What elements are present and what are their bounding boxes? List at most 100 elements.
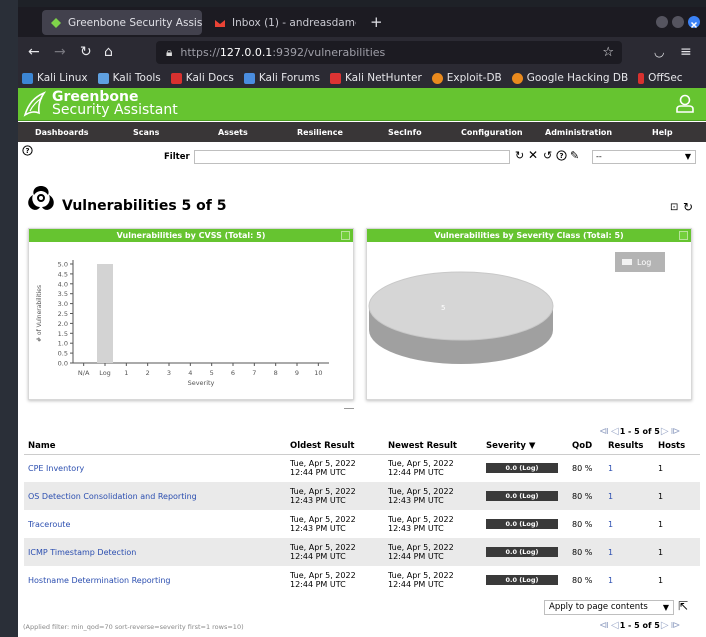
close-panel-icon[interactable] bbox=[341, 231, 350, 240]
results-link[interactable]: 1 bbox=[604, 566, 654, 594]
window-close-button[interactable] bbox=[688, 16, 700, 29]
vuln-name-link[interactable]: ICMP Timestamp Detection bbox=[24, 538, 286, 566]
vuln-name-link[interactable]: Hostname Determination Reporting bbox=[24, 566, 286, 594]
results-link[interactable]: 1 bbox=[604, 482, 654, 510]
menu-secinfo[interactable]: SecInfo bbox=[388, 128, 422, 137]
col-qod[interactable]: QoD bbox=[568, 438, 604, 455]
col-severity[interactable]: Severity ▼ bbox=[482, 438, 568, 455]
filter-select[interactable]: -- ▼ bbox=[592, 150, 696, 164]
x-tick-label: 7 bbox=[252, 369, 256, 377]
reset-dashboard-icon[interactable]: ↻ bbox=[683, 200, 693, 214]
table-row[interactable]: Traceroute Tue, Apr 5, 2022 12:43 PM UTC … bbox=[24, 510, 700, 538]
reload-icon[interactable]: ↻ bbox=[80, 45, 92, 59]
close-panel-icon[interactable] bbox=[679, 231, 688, 240]
last-page-icon[interactable]: ⧐ bbox=[671, 426, 681, 437]
results-link[interactable]: 1 bbox=[604, 510, 654, 538]
vuln-name-link[interactable]: CPE Inventory bbox=[24, 454, 286, 482]
severity-cell: 0.0 (Log) bbox=[482, 538, 568, 566]
address-bar[interactable]: 🔒︎ https://127.0.0.1:9392/vulnerabilitie… bbox=[156, 41, 622, 64]
pocket-icon[interactable]: ◡ bbox=[654, 45, 664, 59]
y-tick-label: 0.0 bbox=[58, 360, 68, 368]
filter-row: ? Filter ↻ ✕ ↺ ? ✎ -- ▼ bbox=[18, 143, 706, 169]
reset-default-icon[interactable]: ↺ bbox=[543, 149, 552, 162]
bookmark-exploit-db[interactable]: Exploit-DB bbox=[431, 72, 502, 84]
forward-arrow-icon[interactable]: → bbox=[54, 45, 66, 59]
prev-page-icon[interactable]: ◁ bbox=[611, 426, 619, 437]
prev-page-icon[interactable]: ◁ bbox=[611, 620, 619, 631]
refresh-filter-icon[interactable]: ↻ bbox=[515, 149, 524, 162]
x-tick-label: 6 bbox=[231, 369, 235, 377]
screen: Greenbone Security Assis ✕ Inbox (1) - a… bbox=[0, 0, 706, 637]
severity-class-chart-title: Vulnerabilities by Severity Class (Total… bbox=[434, 231, 624, 240]
export-icon[interactable]: ⇱ bbox=[678, 599, 688, 613]
newest-result: Tue, Apr 5, 2022 12:44 PM UTC bbox=[384, 454, 482, 482]
menu-configuration[interactable]: Configuration bbox=[461, 128, 523, 137]
filter-input[interactable] bbox=[194, 150, 510, 164]
table-row[interactable]: CPE Inventory Tue, Apr 5, 2022 12:44 PM U… bbox=[24, 454, 700, 482]
oldest-result: Tue, Apr 5, 2022 12:43 PM UTC bbox=[286, 510, 384, 538]
reset-filter-icon[interactable]: ✕ bbox=[528, 148, 538, 162]
table-row[interactable]: ICMP Timestamp Detection Tue, Apr 5, 202… bbox=[24, 538, 700, 566]
pie-slice-log[interactable] bbox=[368, 271, 554, 341]
bookmark-star-icon[interactable]: ☆ bbox=[602, 45, 614, 60]
table-row[interactable]: OS Detection Consolidation and Reporting… bbox=[24, 482, 700, 510]
col-hosts[interactable]: Hosts bbox=[654, 438, 700, 455]
menu-scans[interactable]: Scans bbox=[133, 128, 159, 137]
menu-administration[interactable]: Administration bbox=[545, 128, 612, 137]
table-row[interactable]: Hostname Determination Reporting Tue, Ap… bbox=[24, 566, 700, 594]
resize-handle[interactable] bbox=[344, 408, 354, 409]
menu-resilience[interactable]: Resilience bbox=[297, 128, 343, 137]
first-page-icon[interactable]: ⧏ bbox=[599, 620, 609, 631]
help-icon[interactable]: ? bbox=[22, 145, 33, 156]
menu-assets[interactable]: Assets bbox=[218, 128, 248, 137]
bookmark-offsec[interactable]: OffSec bbox=[638, 72, 683, 84]
first-page-icon[interactable]: ⧏ bbox=[599, 426, 609, 437]
cvss-chart-header: Vulnerabilities by CVSS (Total: 5) bbox=[29, 229, 353, 242]
chevron-down-icon: ▼ bbox=[662, 603, 669, 612]
apply-select-value: Apply to page contents bbox=[549, 602, 648, 612]
back-arrow-icon[interactable]: ← bbox=[28, 45, 40, 59]
col-results[interactable]: Results bbox=[604, 438, 654, 455]
vuln-name-link[interactable]: OS Detection Consolidation and Reporting bbox=[24, 482, 286, 510]
x-tick-label: 8 bbox=[274, 369, 278, 377]
edit-filter-icon[interactable]: ✎ bbox=[570, 149, 579, 162]
col-newest[interactable]: Newest Result bbox=[384, 438, 482, 455]
menu-dashboards[interactable]: Dashboards bbox=[35, 128, 89, 137]
tab-greenbone[interactable]: Greenbone Security Assis ✕ bbox=[42, 10, 202, 35]
last-page-icon[interactable]: ⧐ bbox=[671, 620, 681, 631]
results-link[interactable]: 1 bbox=[604, 454, 654, 482]
vuln-name-link[interactable]: Traceroute bbox=[24, 510, 286, 538]
cvss-chart-panel: Vulnerabilities by CVSS (Total: 5) 0.0 0.… bbox=[28, 228, 354, 400]
bookmark-kali-forums[interactable]: Kali Forums bbox=[243, 72, 320, 84]
severity-class-chart-header: Vulnerabilities by Severity Class (Total… bbox=[367, 229, 691, 242]
bookmark-kali-nethunter[interactable]: Kali NetHunter bbox=[329, 72, 422, 84]
page-title: Vulnerabilities 5 of 5 bbox=[62, 198, 227, 214]
minimize-button[interactable] bbox=[656, 16, 668, 28]
next-page-icon[interactable]: ▷ bbox=[661, 426, 669, 437]
pagination-bottom: ⧏ ◁ 1 - 5 of 5 ▷ ⧐ bbox=[598, 620, 682, 631]
table-header: Name Oldest Result Newest Result Severit… bbox=[24, 438, 700, 455]
severity-bar: 0.0 (Log) bbox=[486, 463, 558, 474]
col-oldest[interactable]: Oldest Result bbox=[286, 438, 384, 455]
bookmark-kali-docs[interactable]: Kali Docs bbox=[170, 72, 234, 84]
menu-help[interactable]: Help bbox=[652, 128, 673, 137]
maximize-button[interactable] bbox=[672, 16, 684, 28]
new-tab-button[interactable]: + bbox=[370, 13, 383, 31]
next-page-icon[interactable]: ▷ bbox=[661, 620, 669, 631]
y-tick-label: 3.5 bbox=[58, 290, 68, 298]
bar-log bbox=[97, 264, 113, 363]
filter-help-icon[interactable]: ? bbox=[556, 150, 567, 161]
home-icon[interactable]: ⌂ bbox=[104, 45, 113, 59]
tab-gmail[interactable]: Inbox (1) - andreasdamen ✕ bbox=[206, 10, 356, 35]
bookmarks-bar: Kali Linux Kali Tools Kali Docs Kali For… bbox=[18, 68, 706, 88]
user-icon[interactable] bbox=[675, 94, 695, 114]
bookmark-kali-tools[interactable]: Kali Tools bbox=[97, 72, 161, 84]
bookmark-google-hacking-db[interactable]: Google Hacking DB bbox=[511, 72, 628, 84]
new-dashboard-icon[interactable]: ⊡ bbox=[670, 202, 678, 213]
menu-icon[interactable]: ≡ bbox=[680, 45, 692, 59]
apply-to-select[interactable]: Apply to page contents ▼ bbox=[544, 600, 674, 615]
y-tick-label: 2.0 bbox=[58, 320, 68, 328]
col-name[interactable]: Name bbox=[24, 438, 286, 455]
bookmark-kali-linux[interactable]: Kali Linux bbox=[22, 72, 88, 84]
results-link[interactable]: 1 bbox=[604, 538, 654, 566]
